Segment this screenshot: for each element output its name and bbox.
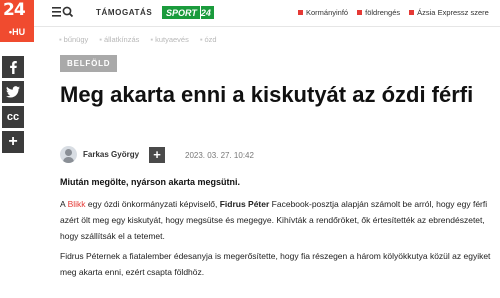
- top-links: Kormányinfó földrengés Ázsia Expressz sz…: [298, 8, 489, 17]
- logo-domain: •HU: [8, 27, 26, 37]
- blikk-link[interactable]: Blikk: [68, 199, 86, 209]
- top-link-foldrenges[interactable]: földrengés: [357, 8, 400, 17]
- top-link-azsia-expressz[interactable]: Ázsia Expressz szere: [409, 8, 489, 17]
- site-header: 24 •HU TÁMOGATÁS SPORT 24 Kormányinfó fö…: [0, 0, 500, 42]
- twitter-icon: [6, 86, 20, 98]
- tag-item[interactable]: kutyaevés: [150, 35, 189, 44]
- support-link[interactable]: TÁMOGATÁS: [96, 8, 152, 17]
- author-row: Farkas György +: [60, 146, 166, 163]
- menu-search-icon: [52, 6, 74, 18]
- follow-author-button[interactable]: +: [149, 146, 166, 163]
- logo-number: 24: [3, 0, 26, 20]
- tag-item[interactable]: állatkínzás: [99, 35, 139, 44]
- publish-date: 2023. 03. 27. 10:42: [185, 151, 254, 160]
- tag-item[interactable]: bűnügy: [59, 35, 89, 44]
- twitter-share-button[interactable]: [2, 81, 24, 103]
- author-name[interactable]: Farkas György: [83, 150, 139, 159]
- sport-label: SPORT: [162, 6, 200, 19]
- plus-icon: +: [153, 147, 161, 162]
- article-paragraph: A Blikk egy ózdi önkormányzati képviselő…: [60, 199, 488, 241]
- article-paragraph: Fidrus Péternek a fiatalember édesanyja …: [60, 251, 491, 277]
- plus-icon: +: [8, 133, 18, 150]
- article-title: Meg akarta enni a kiskutyát az ózdi férf…: [60, 82, 474, 107]
- square-bullet-icon: [298, 10, 303, 15]
- creative-commons-button[interactable]: cc: [2, 106, 24, 128]
- site-logo[interactable]: 24 •HU: [0, 0, 34, 42]
- tag-item[interactable]: ózd: [200, 35, 217, 44]
- article-lead: Miután megölte, nyárson akarta megsütni.: [60, 177, 241, 187]
- more-share-button[interactable]: +: [2, 131, 24, 153]
- facebook-share-button[interactable]: [2, 56, 24, 78]
- top-link-kormanyinfo[interactable]: Kormányinfó: [298, 8, 348, 17]
- creative-commons-icon: cc: [6, 111, 20, 123]
- sport-number: 24: [199, 6, 214, 19]
- social-share-bar: cc +: [2, 56, 24, 153]
- square-bullet-icon: [409, 10, 415, 15]
- author-avatar[interactable]: [60, 146, 77, 163]
- menu-search-button[interactable]: [52, 6, 74, 18]
- tag-list: bűnügy állatkínzás kutyaevés ózd: [59, 35, 217, 44]
- sport24-link[interactable]: SPORT 24: [162, 6, 214, 19]
- person-name: Fidrus Péter: [219, 199, 270, 209]
- facebook-icon: [10, 61, 17, 74]
- square-bullet-icon: [357, 10, 363, 15]
- category-badge[interactable]: BELFÖLD: [60, 55, 118, 72]
